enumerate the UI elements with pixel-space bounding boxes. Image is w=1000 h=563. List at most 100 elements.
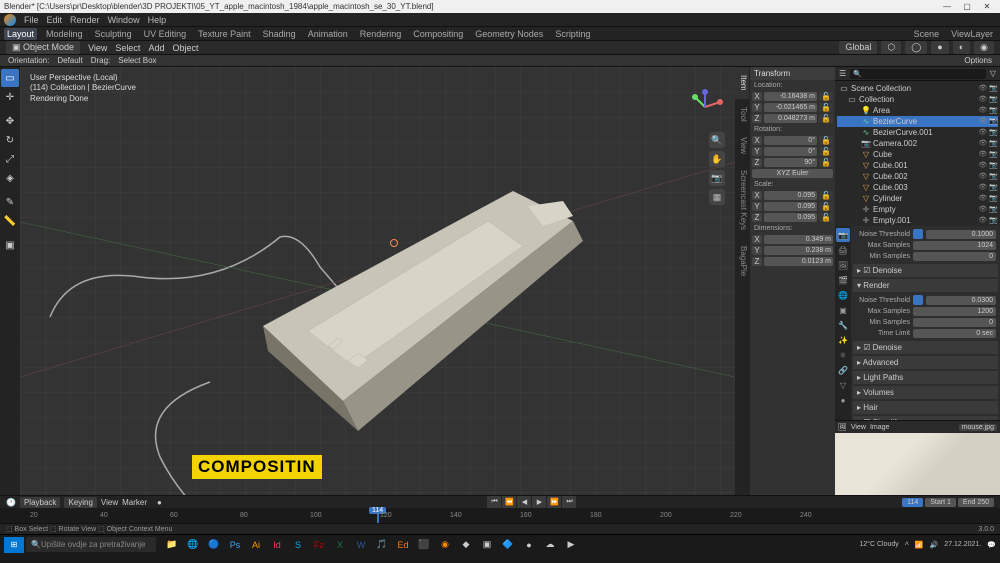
workspace-modeling[interactable]: Modeling xyxy=(43,28,86,40)
volumes-section[interactable]: ▸ Volumes xyxy=(853,386,998,399)
rot-x-input[interactable]: 0° xyxy=(764,136,817,145)
menu-add[interactable]: Add xyxy=(148,43,164,53)
task-app-word[interactable]: W xyxy=(351,537,371,553)
viewport-noise-input[interactable]: 0.1000 xyxy=(926,230,996,239)
weather-widget[interactable]: 12°C Cloudy xyxy=(859,541,898,548)
visibility-toggle[interactable]: 👁 xyxy=(978,116,987,127)
visibility-toggle[interactable]: 👁 xyxy=(978,171,987,182)
render-section[interactable]: ▾ Render xyxy=(853,279,998,292)
scl-y-input[interactable]: 0.095 xyxy=(764,202,817,211)
ptab-material[interactable]: ● xyxy=(836,393,850,407)
task-app-chrome[interactable]: 🌐 xyxy=(183,537,203,553)
keyframe-prev-button[interactable]: ⏪ xyxy=(502,496,516,508)
task-app-media[interactable]: ▶ xyxy=(561,537,581,553)
current-frame-input[interactable]: 114 xyxy=(902,498,923,507)
jump-start-button[interactable]: ⏮ xyxy=(487,496,501,508)
render-toggle[interactable]: 📷 xyxy=(989,149,998,160)
ntab-item[interactable]: Item xyxy=(735,67,749,99)
rot-z-input[interactable]: 90° xyxy=(764,158,817,167)
blender-logo-icon[interactable] xyxy=(4,14,16,26)
outliner-tree[interactable]: ▭Scene Collection👁📷▭Collection👁📷💡Area👁📷∿… xyxy=(835,81,1000,226)
outliner-item[interactable]: 💡Area👁📷 xyxy=(837,105,998,116)
render-toggle[interactable]: 📷 xyxy=(989,193,998,204)
task-app-explorer[interactable]: 📁 xyxy=(162,537,182,553)
render-toggle[interactable]: 📷 xyxy=(989,215,998,226)
tool-rotate[interactable]: ↻ xyxy=(1,131,19,149)
shading-solid[interactable]: ● xyxy=(931,41,948,54)
tool-scale[interactable]: ⤢ xyxy=(1,150,19,168)
filter-icon[interactable]: ▽ xyxy=(990,69,996,78)
tool-add-cube[interactable]: ▣ xyxy=(1,236,19,254)
image-name-field[interactable]: mouse.jpg xyxy=(959,424,997,431)
render-toggle[interactable]: 📷 xyxy=(989,171,998,182)
visibility-toggle[interactable]: 👁 xyxy=(978,204,987,215)
outliner-search[interactable]: 🔍 xyxy=(850,69,986,79)
hair-section[interactable]: ▸ Hair xyxy=(853,401,998,414)
outliner-item[interactable]: ▽Cylinder👁📷 xyxy=(837,193,998,204)
viewlayer-selector[interactable]: ViewLayer xyxy=(948,28,996,40)
tool-cursor[interactable]: ✛ xyxy=(1,88,19,106)
workspace-uv[interactable]: UV Editing xyxy=(141,28,190,40)
task-app-ai[interactable]: Ai xyxy=(246,537,266,553)
shading-rendered[interactable]: ◉ xyxy=(974,41,994,54)
lock-icon[interactable]: 🔓 xyxy=(819,136,833,145)
ptab-data[interactable]: ▽ xyxy=(836,378,850,392)
snap-toggle[interactable]: ⬡ xyxy=(881,41,901,54)
task-app-fz[interactable]: Fz xyxy=(309,537,329,553)
visibility-toggle[interactable]: 👁 xyxy=(978,193,987,204)
tool-transform[interactable]: ◈ xyxy=(1,169,19,187)
tray-wifi-icon[interactable]: 📶 xyxy=(915,541,924,549)
render-noise-checkbox[interactable] xyxy=(913,295,923,305)
ntab-screencast[interactable]: Screencast Keys xyxy=(735,162,749,238)
lock-icon[interactable]: 🔓 xyxy=(819,103,833,112)
task-app-unknown1[interactable]: ◆ xyxy=(456,537,476,553)
task-app-ed[interactable]: Ed xyxy=(393,537,413,553)
menu-render[interactable]: Render xyxy=(70,15,100,25)
visibility-toggle[interactable]: 👁 xyxy=(978,83,987,94)
image-preview[interactable] xyxy=(835,433,1000,495)
loc-y-input[interactable]: -0.021465 m xyxy=(764,103,817,112)
task-app-remote[interactable]: 🔷 xyxy=(498,537,518,553)
playhead[interactable] xyxy=(377,508,379,523)
opt-drag-value[interactable]: Select Box xyxy=(118,56,156,65)
noise-threshold-checkbox[interactable] xyxy=(913,229,923,239)
render-denoise-row[interactable]: ▸ ☑ Denoise xyxy=(853,341,998,354)
tool-measure[interactable]: 📏 xyxy=(1,212,19,230)
loc-x-input[interactable]: -0.16438 m xyxy=(764,92,817,101)
image-menu-view[interactable]: View xyxy=(851,424,866,431)
loc-z-input[interactable]: 0.048273 m xyxy=(764,114,817,123)
task-app-edge[interactable]: 🔵 xyxy=(204,537,224,553)
ptab-output[interactable]: 🖨 xyxy=(836,243,850,257)
visibility-toggle[interactable]: 👁 xyxy=(978,94,987,105)
lock-icon[interactable]: 🔓 xyxy=(819,191,833,200)
camera-view-button[interactable]: 📷 xyxy=(709,170,725,186)
workspace-texture[interactable]: Texture Paint xyxy=(195,28,254,40)
task-app-skype[interactable]: S xyxy=(288,537,308,553)
denoise-checkbox-row[interactable]: ▸ ☑ Denoise xyxy=(853,264,998,277)
workspace-layout[interactable]: Layout xyxy=(4,28,37,40)
outliner-item[interactable]: ▽Cube.003👁📷 xyxy=(837,182,998,193)
workspace-shading[interactable]: Shading xyxy=(260,28,299,40)
max-samples-input[interactable]: 1200 xyxy=(913,307,996,316)
options-dropdown[interactable]: Options xyxy=(964,56,992,65)
lock-icon[interactable]: 🔓 xyxy=(819,92,833,101)
nav-gizmo[interactable] xyxy=(685,87,725,127)
zoom-button[interactable]: 🔍 xyxy=(709,132,725,148)
tool-select-box[interactable]: ▭ xyxy=(1,69,19,87)
viewport-max-input[interactable]: 1024 xyxy=(913,241,996,250)
ntab-view[interactable]: View xyxy=(735,129,749,162)
outliner-item[interactable]: ▭Scene Collection👁📷 xyxy=(837,83,998,94)
menu-window[interactable]: Window xyxy=(108,15,140,25)
render-toggle[interactable]: 📷 xyxy=(989,138,998,149)
image-menu-image[interactable]: Image xyxy=(870,424,889,431)
task-app-music[interactable]: 🎵 xyxy=(372,537,392,553)
visibility-toggle[interactable]: 👁 xyxy=(978,215,987,226)
menu-view[interactable]: View xyxy=(88,43,107,53)
minimize-button[interactable]: — xyxy=(938,2,956,11)
viewport-min-input[interactable]: 0 xyxy=(913,252,996,261)
end-frame-input[interactable]: End 250 xyxy=(958,498,994,507)
workspace-animation[interactable]: Animation xyxy=(305,28,351,40)
outliner-item[interactable]: ✛Empty👁📷 xyxy=(837,204,998,215)
task-app-obs[interactable]: ⬛ xyxy=(414,537,434,553)
menu-select[interactable]: Select xyxy=(115,43,140,53)
